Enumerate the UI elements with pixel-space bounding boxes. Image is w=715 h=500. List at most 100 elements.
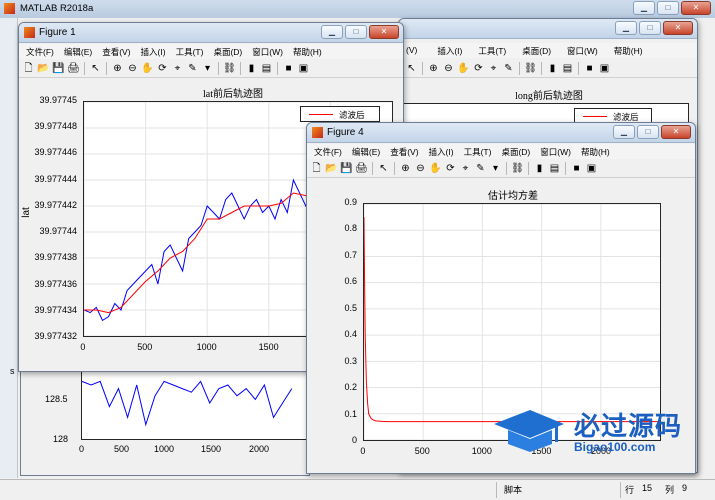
hide-tools-icon[interactable]: ■ [282, 62, 295, 75]
zoom-out-icon[interactable]: ⊖ [442, 62, 455, 75]
ytick-label: 39.977436 [34, 278, 77, 289]
menu-tools[interactable]: 工具(T) [171, 44, 209, 59]
data-cursor-icon[interactable]: ⌖ [171, 62, 184, 75]
figure2-minimize-button[interactable]: ▁ [615, 21, 637, 35]
figure2-titlebar[interactable]: ▁ □ ✕ [399, 19, 697, 39]
ytick-label: 39.977444 [34, 173, 77, 184]
cursor-icon[interactable]: ↖ [405, 62, 418, 75]
legend-icon[interactable]: ▤ [548, 162, 561, 175]
save-icon[interactable]: 💾 [340, 162, 353, 175]
ytick-label: 0.6 [344, 276, 357, 287]
colorbar-icon[interactable]: ▮ [546, 62, 559, 75]
legend-icon[interactable]: ▤ [561, 62, 574, 75]
chevron-down-icon[interactable]: ▾ [489, 162, 502, 175]
figure2-menubar: (V) 插入(I) 工具(T) 桌面(D) 窗口(W) 帮助(H) [399, 43, 697, 58]
menu-window[interactable]: 窗口(W) [247, 44, 288, 59]
pan-icon[interactable]: ✋ [457, 62, 470, 75]
show-tools-icon[interactable]: ▣ [598, 62, 611, 75]
rotate-icon[interactable]: ⟳ [472, 62, 485, 75]
link-icon[interactable]: ⛓ [223, 62, 236, 75]
menu-view[interactable]: 查看(V) [385, 144, 423, 159]
menu-file[interactable]: 文件(F) [21, 44, 59, 59]
zoom-out-icon[interactable]: ⊖ [126, 62, 139, 75]
status-col-value: 9 [682, 483, 688, 493]
menu-tools[interactable]: 工具(T) [473, 43, 511, 58]
zoom-in-icon[interactable]: ⊕ [111, 62, 124, 75]
zoom-out-icon[interactable]: ⊖ [414, 162, 427, 175]
menu-help[interactable]: 帮助(H) [609, 43, 648, 58]
figure-icon [312, 127, 323, 138]
menu-edit[interactable]: 编辑(E) [347, 144, 385, 159]
open-icon[interactable]: 📂 [325, 162, 338, 175]
menu-desktop[interactable]: 桌面(D) [208, 44, 247, 59]
open-icon[interactable]: 📂 [37, 62, 50, 75]
menu-view[interactable]: 查看(V) [97, 44, 135, 59]
menu-edit[interactable]: 编辑(E) [59, 44, 97, 59]
figure4-close-button[interactable]: ✕ [661, 125, 691, 139]
figure4-title: Figure 4 [327, 127, 364, 138]
hide-tools-icon[interactable]: ■ [570, 162, 583, 175]
colorbar-icon[interactable]: ▮ [245, 62, 258, 75]
legend-icon[interactable]: ▤ [260, 62, 273, 75]
menu-window[interactable]: 窗口(W) [562, 43, 603, 58]
watermark-sub: Bigao100.com [574, 440, 656, 454]
colorbar-icon[interactable]: ▮ [533, 162, 546, 175]
new-figure-icon[interactable]: 🗋 [22, 62, 35, 75]
rotate-icon[interactable]: ⟳ [444, 162, 457, 175]
menu-file[interactable]: 文件(F) [309, 144, 347, 159]
chevron-down-icon[interactable]: ▾ [201, 62, 214, 75]
print-icon[interactable]: 🖨 [355, 162, 368, 175]
figure1-minimize-button[interactable]: ▁ [321, 25, 343, 39]
menu-insert[interactable]: 插入(I) [432, 43, 467, 58]
hide-tools-icon[interactable]: ■ [583, 62, 596, 75]
figure2-close-button[interactable]: ✕ [663, 21, 693, 35]
cursor-icon[interactable]: ↖ [377, 162, 390, 175]
figure4-titlebar[interactable]: Figure 4 ▁ □ ✕ [307, 123, 695, 143]
brush-icon[interactable]: ✎ [186, 62, 199, 75]
menu-window[interactable]: 窗口(W) [535, 144, 576, 159]
ytick-label: 0.1 [344, 408, 357, 419]
menu-help[interactable]: 帮助(H) [576, 144, 615, 159]
show-tools-icon[interactable]: ▣ [585, 162, 598, 175]
menu-desktop[interactable]: 桌面(D) [517, 43, 556, 58]
pan-icon[interactable]: ✋ [141, 62, 154, 75]
figure4-minimize-button[interactable]: ▁ [613, 125, 635, 139]
ytick-label: 39.97745 [39, 95, 77, 105]
rotate-icon[interactable]: ⟳ [156, 62, 169, 75]
menu-insert[interactable]: 插入(I) [136, 44, 171, 59]
zoom-in-icon[interactable]: ⊕ [427, 62, 440, 75]
xtick-label: 0 [80, 342, 86, 352]
cursor-icon[interactable]: ↖ [89, 62, 102, 75]
show-tools-icon[interactable]: ▣ [297, 62, 310, 75]
menu-view[interactable]: (V) [401, 43, 422, 58]
status-script-label: 脚本 [504, 485, 523, 495]
figure1-titlebar[interactable]: Figure 1 ▁ □ ✕ [19, 23, 403, 43]
brush-icon[interactable]: ✎ [502, 62, 515, 75]
ytick-label: 39.977432 [34, 331, 77, 341]
link-icon[interactable]: ⛓ [524, 62, 537, 75]
figure4-maximize-button[interactable]: □ [637, 125, 659, 139]
menu-insert[interactable]: 插入(I) [424, 144, 459, 159]
long-xtick-1500: 1500 [201, 444, 222, 454]
figure2-maximize-button[interactable]: □ [639, 21, 661, 35]
ytick-label: 0 [351, 435, 357, 445]
new-figure-icon[interactable]: 🗋 [310, 162, 323, 175]
zoom-in-icon[interactable]: ⊕ [399, 162, 412, 175]
menu-help[interactable]: 帮助(H) [288, 44, 327, 59]
pan-icon[interactable]: ✋ [429, 162, 442, 175]
data-cursor-icon[interactable]: ⌖ [487, 62, 500, 75]
xtick-label: 0 [360, 446, 366, 456]
figure2-toolbar: ↖ ⊕ ⊖ ✋ ⟳ ⌖ ✎ ⛓ ▮ ▤ ■ ▣ [399, 60, 697, 78]
maximize-button[interactable]: □ [657, 1, 679, 15]
save-icon[interactable]: 💾 [52, 62, 65, 75]
figure1-maximize-button[interactable]: □ [345, 25, 367, 39]
print-icon[interactable]: 🖨 [67, 62, 80, 75]
close-button[interactable]: ✕ [681, 1, 711, 15]
figure1-close-button[interactable]: ✕ [369, 25, 399, 39]
menu-tools[interactable]: 工具(T) [459, 144, 497, 159]
brush-icon[interactable]: ✎ [474, 162, 487, 175]
link-icon[interactable]: ⛓ [511, 162, 524, 175]
menu-desktop[interactable]: 桌面(D) [496, 144, 535, 159]
data-cursor-icon[interactable]: ⌖ [459, 162, 472, 175]
minimize-button[interactable]: ▁ [633, 1, 655, 15]
